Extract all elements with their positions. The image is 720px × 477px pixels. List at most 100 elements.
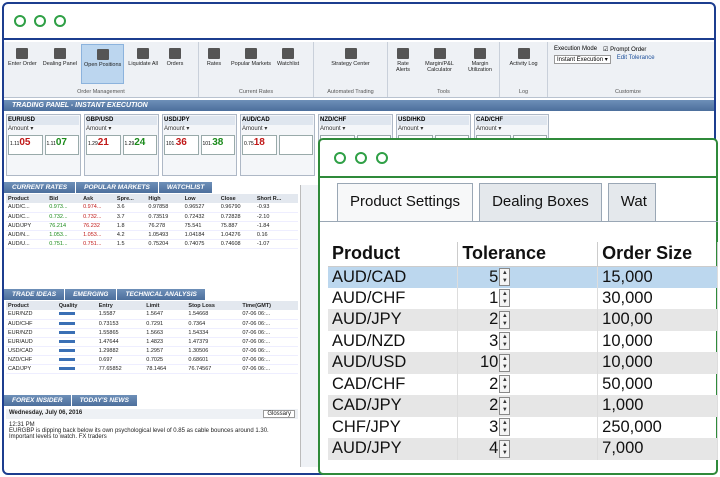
window-dot-icon[interactable] [376,152,388,164]
dealing-box-amount[interactable]: Amount ▾ [398,125,469,133]
dealing-box[interactable]: AUD/CAD Amount ▾ 0.7518 [240,114,315,176]
column-header[interactable]: Close [218,194,255,203]
dealing-box[interactable]: USD/JPY Amount ▾ 101.36 101.38 [162,114,237,176]
column-header[interactable]: Spre... [114,194,147,203]
table-row[interactable]: AUD/JPY 2 ▲ ▼ 100,00 [328,309,718,331]
spinner-down-icon[interactable]: ▼ [500,384,509,392]
orders-button[interactable]: Orders [162,44,188,84]
tab-watchlist[interactable]: WATCHLIST [158,182,213,193]
tolerance-stepper[interactable]: 1 ▲ ▼ [462,289,511,308]
table-row[interactable]: AUD/U... 0.751... 0.751... 1.5 0.75204 0.7407… [6,239,298,249]
table-row[interactable]: CAD/JPY 77.65852 78.1464 76.74567 07-06 06:.… [6,364,298,374]
sell-button[interactable]: 101.36 [164,135,199,155]
window-dot-icon[interactable] [334,152,346,164]
margin-utilization-button[interactable]: Margin Utilization [463,44,497,84]
order-size-cell[interactable]: 10,000 [597,330,718,352]
order-size-cell[interactable]: 10,000 [597,352,718,374]
order-size-cell[interactable]: 100,00 [597,309,718,331]
tolerance-value[interactable]: 2 [489,310,498,329]
enter-order-button[interactable]: Enter Order [6,44,39,84]
column-header[interactable]: Tolerance [457,242,599,267]
tolerance-value[interactable]: 2 [489,375,498,394]
buy-button[interactable]: 1.2924 [122,135,157,155]
order-size-cell[interactable]: 30,000 [597,287,718,309]
tab-technical-analysis[interactable]: TECHNICAL ANALYSIS [117,289,205,300]
rates-button[interactable]: Rates [201,44,227,84]
table-row[interactable]: USD/CAD 1.29882 1.2957 1.30506 07-06 06:... [6,346,298,356]
column-header[interactable]: Entry [96,301,145,310]
spinner-down-icon[interactable]: ▼ [500,427,509,435]
tolerance-stepper[interactable]: 2 ▲ ▼ [462,396,511,415]
glossary-button[interactable]: Glossary [263,410,295,418]
tab-current-rates[interactable]: CURRENT RATES [4,182,76,193]
spinner-up-icon[interactable]: ▲ [500,419,509,427]
order-size-cell[interactable]: 15,000 [597,266,718,288]
column-header[interactable]: Bid [47,194,82,203]
tolerance-stepper[interactable]: 5 ▲ ▼ [462,268,511,287]
spinner-down-icon[interactable]: ▼ [500,320,509,328]
spinner-down-icon[interactable]: ▼ [500,449,509,457]
tab-popular-markets[interactable]: POPULAR MARKETS [76,182,158,193]
prompt-order-checkbox[interactable]: ☑ Prompt Order [603,46,646,53]
window-dot-icon[interactable] [34,15,46,27]
table-row[interactable]: CAD/JPY 2 ▲ ▼ 1,000 [328,395,718,417]
column-header[interactable]: Order Size [597,242,718,267]
tolerance-stepper[interactable]: 4 ▲ ▼ [462,439,511,458]
order-size-cell[interactable]: 7,000 [597,438,718,460]
dealing-box[interactable]: EUR/USD Amount ▾ 1.1105 1.1107 [6,114,81,176]
window-dot-icon[interactable] [14,15,26,27]
strategy-center-button[interactable]: Strategy Center [329,44,372,84]
spinner-up-icon[interactable]: ▲ [500,355,509,363]
table-row[interactable]: AUD/CHF 1 ▲ ▼ 30,000 [328,287,718,309]
window-dot-icon[interactable] [54,15,66,27]
activity-log-button[interactable]: Activity Log [507,44,539,84]
table-row[interactable]: NZD/CHF 0.697 0.7025 0.68601 07-06 06:... [6,355,298,365]
tab-watchlist[interactable]: Wat [607,183,656,221]
spinner-up-icon[interactable]: ▲ [500,290,509,298]
tolerance-stepper[interactable]: 3 ▲ ▼ [462,332,511,351]
rate-alerts-button[interactable]: Rate Alerts [390,44,416,84]
table-row[interactable]: CAD/CHF 2 ▲ ▼ 50,000 [328,373,718,395]
dealing-box-amount[interactable]: Amount ▾ [164,125,235,133]
column-header[interactable]: Product [6,301,57,310]
tab-forex-insider[interactable]: FOREX INSIDER [4,395,71,406]
spinner-icon[interactable]: ▲ ▼ [499,418,511,437]
window-dot-icon[interactable] [355,152,367,164]
spinner-icon[interactable]: ▲ ▼ [499,396,511,415]
spinner-down-icon[interactable]: ▼ [500,341,509,349]
table-row[interactable]: EUR/NZD 1.55865 1.5663 1.54334 07-06 06:... [6,328,298,338]
table-row[interactable]: AUD/C... 0.732... 0.732... 3.7 0.73519 0.7243… [6,212,298,222]
table-row[interactable]: CHF/JPY 3 ▲ ▼ 250,000 [328,416,718,438]
table-row[interactable]: AUD/CHF 0.73153 0.7291 0.7364 07-06 06:... [6,319,298,329]
tolerance-value[interactable]: 3 [489,332,498,351]
open-positions-button[interactable]: Open Positions [80,44,125,84]
spinner-up-icon[interactable]: ▲ [500,398,509,406]
tab-dealing-boxes[interactable]: Dealing Boxes [479,183,602,221]
spinner-icon[interactable]: ▲ ▼ [499,332,511,351]
tab-product-settings[interactable]: Product Settings [337,183,474,221]
column-header[interactable]: Ask [81,194,115,203]
table-row[interactable]: AUD/N... 1.053... 1.053... 4.2 1.05493 1.0418… [6,230,298,240]
order-size-cell[interactable]: 250,000 [597,416,718,438]
tolerance-value[interactable]: 5 [489,268,498,287]
column-header[interactable]: Limit [144,301,187,310]
dealing-box-amount[interactable]: Amount ▾ [86,125,157,133]
buy-button[interactable]: 101.38 [200,135,235,155]
dealing-panel-button[interactable]: Dealing Panel [41,44,79,84]
tolerance-value[interactable]: 4 [489,439,498,458]
spinner-down-icon[interactable]: ▼ [500,363,509,371]
tab-todays-news[interactable]: TODAY'S NEWS [71,395,137,406]
sell-button[interactable]: 1.2921 [86,135,121,155]
dealing-box[interactable]: GBP/USD Amount ▾ 1.2921 1.2924 [84,114,159,176]
spinner-up-icon[interactable]: ▲ [500,376,509,384]
spinner-up-icon[interactable]: ▲ [500,441,509,449]
column-header[interactable]: Quality [56,301,97,310]
popular-markets-button[interactable]: Popular Markets [229,44,273,84]
edit-tolerance-button[interactable]: Edit Tolerance [617,55,655,64]
watchlist-button[interactable]: Watchlist [275,44,301,84]
execution-mode-select[interactable]: Instant Execution ▾ [554,55,611,64]
sell-button[interactable]: 0.7518 [242,135,277,155]
column-header[interactable]: Product [328,242,459,267]
order-size-cell[interactable]: 1,000 [597,395,718,417]
spinner-up-icon[interactable]: ▲ [500,333,509,341]
